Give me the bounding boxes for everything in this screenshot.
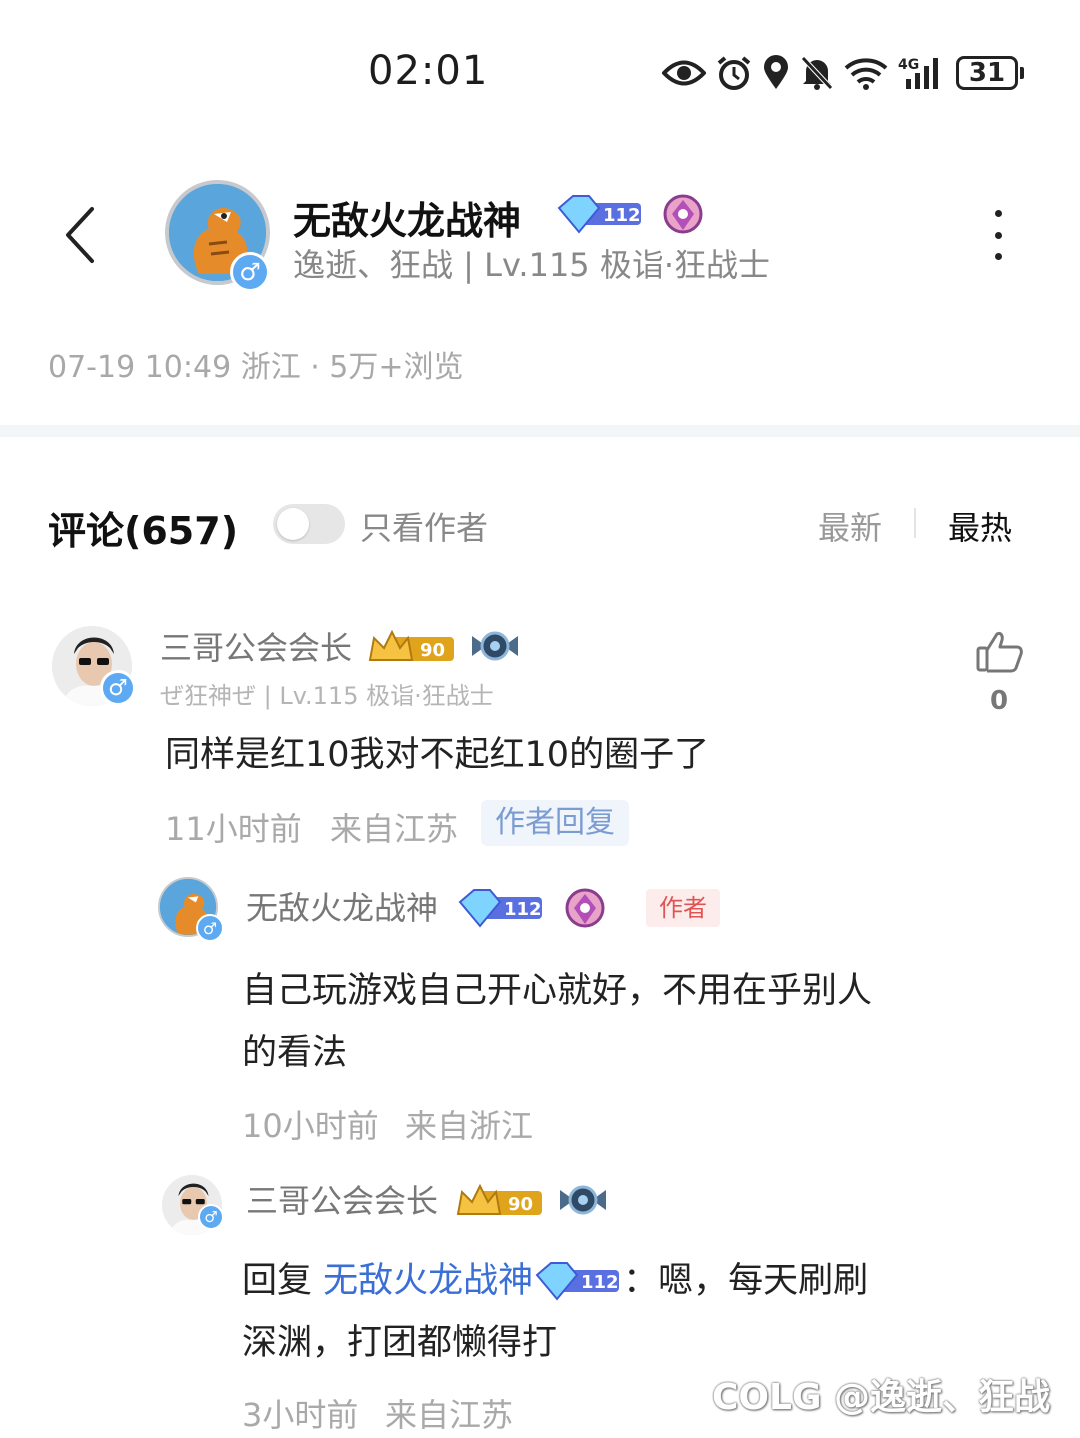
reply-location: 来自江苏	[385, 1396, 514, 1434]
diamond-level-badge: 112	[555, 192, 645, 240]
reply-prefix: 回复	[242, 1261, 324, 1301]
guild-emblem	[660, 192, 706, 240]
like-count: 0	[990, 686, 1009, 716]
toggle-knob	[277, 508, 309, 540]
gender-male-badge: ♂	[100, 670, 136, 706]
gender-male-badge: ♂	[198, 1204, 224, 1230]
comment-time: 11小时前	[165, 810, 302, 848]
diamond-badge-icon: 112	[458, 889, 542, 928]
crown-level-badge: 90	[456, 1183, 546, 1224]
crown-level-badge: 90	[368, 629, 458, 670]
comment-location: 来自江苏	[330, 810, 459, 848]
section-divider	[0, 425, 1080, 437]
watermark: COLG @逸逝、狂战	[712, 1377, 1051, 1418]
crown-badge-icon: 90	[456, 1183, 542, 1215]
more-dot-icon	[994, 210, 1002, 217]
diamond-level-text: 112	[581, 1272, 619, 1293]
sort-newest-tab[interactable]: 最新	[818, 503, 882, 549]
diamond-level-badge: 112	[456, 886, 546, 934]
diamond-level-text: 112	[603, 205, 641, 226]
crown-level-text: 90	[420, 640, 445, 661]
author-subtitle: 逸逝、狂战 | Lv.115 极诣·狂战士	[293, 246, 771, 284]
reply-time: 3小时前	[242, 1396, 359, 1434]
back-button[interactable]	[60, 205, 104, 265]
alarm-icon	[717, 56, 751, 90]
sort-hottest-tab[interactable]: 最热	[948, 503, 1012, 549]
wifi-icon	[844, 58, 888, 90]
diamond-badge-icon: 112	[557, 195, 641, 234]
reply-time: 10小时前	[242, 1107, 379, 1145]
commenter-subtitle: ぜ狂神ぜ | Lv.115 极诣·狂战士	[160, 682, 494, 710]
reply-location: 来自浙江	[405, 1107, 534, 1145]
eye-icon	[662, 60, 706, 86]
like-button[interactable]	[975, 630, 1025, 674]
reply-text-line1: 回复 无敌火龙战神 112 ：嗯，每天刷刷	[242, 1250, 868, 1312]
reply-text-line1: 自己玩游戏自己开心就好，不用在乎别人	[242, 971, 873, 1011]
gender-male-badge: ♂	[196, 914, 224, 942]
status-time: 02:01	[368, 48, 489, 94]
chevron-left-icon	[66, 207, 94, 263]
mute-bell-icon	[801, 56, 833, 90]
post-meta: 07-19 10:49 浙江 · 5万+浏览	[48, 350, 464, 385]
emblem-icon	[565, 888, 605, 928]
comment-text: 同样是红10我对不起红10的圈子了	[165, 735, 710, 775]
author-replied-tag[interactable]: 作者回复	[481, 800, 629, 846]
thumbs-up-icon	[976, 632, 1023, 673]
battery-icon: 31	[956, 56, 1024, 90]
reply-to-user-link[interactable]: 无敌火龙战神	[323, 1250, 533, 1312]
more-options-button[interactable]	[985, 210, 1011, 260]
author-only-toggle[interactable]	[273, 504, 345, 544]
signal-4g-icon: 4G	[898, 57, 938, 89]
winged-emblem-icon	[472, 631, 518, 661]
crown-level-text: 90	[508, 1194, 533, 1215]
location-icon	[764, 55, 788, 89]
author-tag: 作者	[646, 889, 720, 927]
more-dot-icon	[994, 253, 1002, 260]
reply-text-line2: 深渊，打团都懒得打	[242, 1323, 558, 1363]
reply-name[interactable]: 三哥公会会长	[246, 1176, 438, 1222]
svg-text:4G: 4G	[898, 57, 919, 73]
guild-emblem	[562, 886, 608, 934]
reply-name[interactable]: 无敌火龙战神	[246, 883, 438, 929]
author-only-label[interactable]: 只看作者	[360, 503, 488, 549]
diamond-badge-icon: 112	[535, 1262, 620, 1301]
crown-badge-icon: 90	[368, 629, 454, 661]
winged-emblem-icon	[560, 1185, 606, 1215]
diamond-level-text: 112	[504, 899, 542, 920]
battery-level: 31	[956, 56, 1018, 90]
reply-text-line2: 的看法	[242, 1033, 348, 1073]
comments-title: 评论(657)	[48, 509, 239, 553]
reply-text: ：嗯，每天刷刷	[623, 1261, 869, 1301]
gender-male-badge: ♂	[230, 252, 270, 292]
sort-divider	[914, 508, 916, 538]
author-name[interactable]: 无敌火龙战神	[293, 190, 521, 245]
guild-emblem	[470, 626, 520, 670]
more-dot-icon	[994, 231, 1002, 239]
guild-emblem	[558, 1180, 608, 1224]
status-icons: 4G 31	[662, 50, 1024, 96]
commenter-name[interactable]: 三哥公会会长	[160, 623, 352, 669]
emblem-icon	[663, 194, 703, 234]
